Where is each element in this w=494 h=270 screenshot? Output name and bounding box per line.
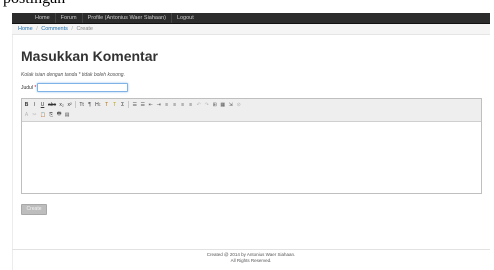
underline-icon[interactable]: U — [40, 102, 45, 108]
toolbar-divider — [75, 101, 77, 108]
breadcrumb-home-link[interactable]: Home — [18, 26, 33, 32]
navbar-menu: Home Forum Profile (Antonius Waer Siahaa… — [30, 13, 199, 23]
align-left-icon[interactable]: ≡ — [164, 102, 169, 108]
font-size-icon[interactable]: A — [24, 112, 29, 118]
italic-icon[interactable]: I — [32, 102, 37, 108]
highlight-color-icon[interactable]: T — [112, 102, 117, 108]
align-center-icon[interactable]: ≡ — [172, 102, 177, 108]
create-button[interactable]: Create — [21, 204, 47, 215]
nav-item-home[interactable]: Home — [30, 13, 55, 23]
redo-icon[interactable]: ↷ — [204, 102, 209, 108]
symbol-icon[interactable]: Σ — [120, 102, 125, 108]
editor-toolbar-row-2: A ✂ 📋 ⎘ 🖶 ▤ — [24, 110, 73, 119]
superscript-icon[interactable]: x² — [67, 102, 72, 108]
heading-icon[interactable]: H↕ — [95, 102, 101, 108]
ordered-list-icon[interactable]: ☰ — [140, 102, 145, 108]
align-right-icon[interactable]: ≡ — [180, 102, 185, 108]
bold-icon[interactable]: B — [24, 102, 29, 108]
font-style-icon[interactable]: Tt — [79, 102, 84, 108]
nav-item-forum[interactable]: Forum — [56, 13, 82, 23]
editor-toolbar-row-1: B I U abc x₂ x² Tt ¶ H↕ T T Σ ☰ ☰ ⇤ ⇥ ≡ … — [24, 100, 244, 109]
cut-icon[interactable]: ✂ — [32, 112, 37, 118]
toolbar-divider — [128, 101, 130, 108]
nav-item-profile[interactable]: Profile (Antonius Waer Siahaan) — [83, 13, 171, 23]
copy-icon[interactable]: ⎘ — [49, 112, 54, 118]
editor-toolbar: B I U abc x₂ x² Tt ¶ H↕ T T Σ ☰ ☰ ⇤ ⇥ ≡ … — [22, 99, 481, 122]
required-fields-note: Kolak isian dengan tanda * tidak boleh k… — [21, 72, 125, 78]
judul-label-text: Judul — [21, 85, 33, 91]
text-color-icon[interactable]: T — [104, 102, 109, 108]
subscript-icon[interactable]: x₂ — [59, 102, 64, 108]
page-caption: postingan — [3, 0, 65, 7]
comment-rich-text-editor[interactable]: B I U abc x₂ x² Tt ¶ H↕ T T Σ ☰ ☰ ⇤ ⇥ ≡ … — [21, 98, 482, 194]
undo-icon[interactable]: ↶ — [196, 102, 201, 108]
paragraph-format-icon[interactable]: ¶ — [87, 102, 92, 108]
insert-image-icon[interactable]: ▦ — [220, 102, 225, 108]
breadcrumb-comments-link[interactable]: Comments — [41, 26, 68, 32]
strikethrough-icon[interactable]: abc — [48, 102, 56, 108]
footer: Created @ 2014 by Antonius Waer Siahaan.… — [12, 252, 490, 264]
footer-rights: All Rights Reserved. — [230, 258, 272, 263]
unlink-icon[interactable]: ⊘ — [236, 102, 241, 108]
print-icon[interactable]: 🖶 — [57, 111, 62, 119]
indent-icon[interactable]: ⇥ — [156, 102, 161, 108]
breadcrumb-current: Create — [76, 26, 93, 32]
breadcrumb-separator: / — [36, 26, 38, 32]
page-title: Masukkan Komentar — [21, 48, 158, 64]
nav-item-logout[interactable]: Logout — [172, 13, 199, 23]
unordered-list-icon[interactable]: ☰ — [132, 102, 137, 108]
footer-divider — [12, 249, 490, 250]
page-left-border — [12, 13, 13, 270]
breadcrumb: Home / Comments / Create — [12, 24, 490, 35]
outdent-icon[interactable]: ⇤ — [148, 102, 153, 108]
align-justify-icon[interactable]: ≡ — [188, 102, 193, 108]
paste-icon[interactable]: 📋 — [40, 112, 46, 118]
judul-label: Judul * — [21, 85, 36, 91]
required-mark: * — [34, 85, 37, 91]
top-navbar: Home Forum Profile (Antonius Waer Siahaa… — [12, 13, 490, 24]
insert-table-icon[interactable]: ⊞ — [212, 102, 217, 108]
breadcrumb-separator: / — [71, 26, 73, 32]
source-code-icon[interactable]: ▤ — [65, 112, 70, 118]
judul-input[interactable] — [37, 83, 128, 92]
insert-link-icon[interactable]: ⇲ — [228, 102, 233, 108]
